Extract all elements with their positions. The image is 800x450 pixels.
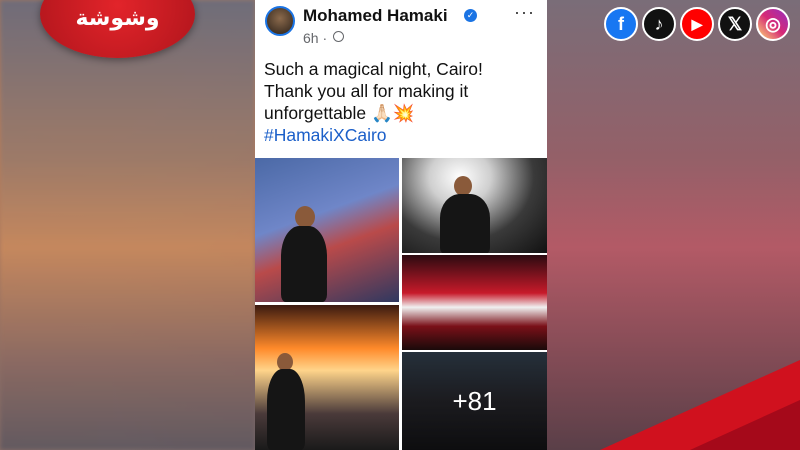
avatar[interactable]: [265, 6, 295, 36]
post-text: Such a magical night, Cairo! Thank you a…: [264, 58, 539, 146]
instagram-icon[interactable]: ◎: [756, 7, 790, 41]
author-name[interactable]: Mohamed Hamaki: [303, 6, 448, 26]
post-text-line-1: Such a magical night, Cairo!: [264, 59, 483, 79]
youtube-icon[interactable]: ▶: [680, 7, 714, 41]
x-icon[interactable]: 𝕏: [718, 7, 752, 41]
post-text-line-2: Thank you all for making it: [264, 81, 469, 101]
photo-3[interactable]: [402, 255, 547, 350]
performer-figure: [267, 369, 305, 450]
photo-4[interactable]: [255, 305, 399, 450]
post-text-line-3: unforgettable 🙏🏻💥: [264, 103, 415, 123]
social-icons: f ♪ ▶ 𝕏 ◎: [604, 7, 790, 41]
post-time[interactable]: 6h ·: [303, 30, 327, 46]
more-options-button[interactable]: ···: [514, 2, 535, 23]
performer-head: [295, 206, 315, 228]
tiktok-icon[interactable]: ♪: [642, 7, 676, 41]
decorative-dark-red-shape: [690, 400, 800, 450]
performer-head: [454, 176, 472, 196]
photo-1[interactable]: [255, 158, 399, 302]
performer-figure: [281, 226, 327, 302]
site-logo-text: وشوشة: [75, 6, 160, 31]
facebook-post: Mohamed Hamaki ✓ 6h · ··· Such a magical…: [255, 0, 547, 450]
globe-icon: [333, 31, 344, 42]
background-left-blur: [0, 0, 255, 450]
photo-5[interactable]: +81: [402, 352, 547, 450]
facebook-icon[interactable]: f: [604, 7, 638, 41]
verified-badge-icon: ✓: [464, 9, 477, 22]
hashtag-link[interactable]: #HamakiXCairo: [264, 124, 539, 146]
photo-2[interactable]: [402, 158, 547, 253]
performer-figure: [440, 194, 490, 253]
post-header: Mohamed Hamaki ✓ 6h · ···: [255, 0, 547, 50]
more-photos-count: +81: [452, 385, 497, 416]
more-photos-overlay[interactable]: +81: [402, 352, 547, 450]
